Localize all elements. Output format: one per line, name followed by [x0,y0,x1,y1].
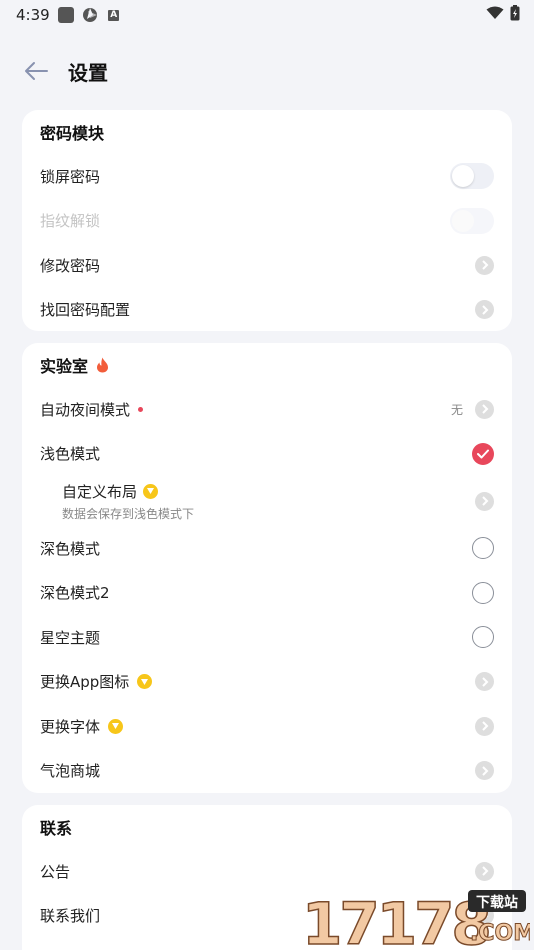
auto-night-mode-row[interactable]: 自动夜间模式 无 [22,387,512,432]
app-notification-icon [57,7,74,23]
contact-section-title: 联系 [40,819,73,838]
auto-night-value: 无 [450,402,463,417]
custom-layout-desc: 数据会保存到浅色模式下 [62,506,195,521]
chevron-right-icon [475,761,494,781]
vip-diamond-icon [137,674,153,690]
light-mode-radio-checked[interactable] [472,442,494,465]
dark-mode-radio[interactable] [472,537,494,560]
row-label: 星空主题 [40,628,101,647]
app-header: 设置 [0,30,534,112]
row-label: 联系我们 [40,907,101,926]
back-button[interactable] [22,57,50,85]
row-label: 修改密码 [40,256,101,275]
change-font-row[interactable]: 更换字体 [22,704,512,749]
back-arrow-icon [25,62,48,80]
change-app-icon-row[interactable]: 更换App图标 [22,660,512,705]
vip-diamond-icon [108,718,124,734]
dark-mode-2-radio[interactable] [472,581,494,604]
chevron-right-icon [475,399,494,419]
aperture-icon [82,7,98,23]
custom-layout-label: 自定义布局 [62,482,138,501]
chevron-right-icon [475,716,494,736]
password-section-title: 密码模块 [40,124,105,143]
fingerprint-unlock-row: 指纹解锁 [22,199,512,244]
row-label: 深色模式 [40,539,101,558]
announcement-row[interactable]: 公告 [22,849,512,894]
starry-theme-radio[interactable] [472,626,494,649]
chevron-right-icon [475,861,494,881]
chevron-right-icon [475,300,494,320]
row-label: 气泡商城 [40,762,101,781]
status-bar: 4:39 A [0,0,534,30]
row-label: 指纹解锁 [40,212,101,231]
custom-layout-row[interactable]: 自定义布局 数据会保存到浅色模式下 [22,476,512,526]
chevron-right-icon [475,906,494,926]
change-password-row[interactable]: 修改密码 [22,243,512,288]
row-label: 自动夜间模式 [40,400,131,419]
chevron-right-icon [475,255,494,275]
bubble-store-row[interactable]: 气泡商城 [22,749,512,794]
lock-screen-password-row[interactable]: 锁屏密码 [22,154,512,199]
light-mode-row[interactable]: 浅色模式 [22,432,512,477]
password-card: 密码模块 锁屏密码 指纹解锁 修改密码 找回密码配置 [22,110,512,331]
page-title: 设置 [68,60,108,85]
font-a-icon: A [106,7,122,23]
status-time: 4:39 [16,6,50,24]
dark-mode-2-row[interactable]: 深色模式2 [22,571,512,616]
starry-theme-row[interactable]: 星空主题 [22,615,512,660]
row-label: 找回密码配置 [40,301,131,320]
dark-mode-row[interactable]: 深色模式 [22,526,512,571]
row-label: 更换字体 [40,717,101,736]
fingerprint-unlock-toggle [450,207,494,234]
row-label: 锁屏密码 [40,167,101,186]
row-label: 公告 [40,862,71,881]
contact-card: 联系 公告 联系我们 [22,805,512,950]
battery-icon [510,5,520,25]
lab-title-text: 实验室 [40,357,89,376]
new-dot-badge [138,406,144,412]
checkmark-icon [477,449,489,459]
row-label: 浅色模式 [40,445,101,464]
lab-section-title: 实验室 [22,343,512,387]
chevron-right-icon [475,491,494,511]
vip-diamond-icon [143,483,159,499]
recover-password-row[interactable]: 找回密码配置 [22,288,512,333]
flame-icon [97,357,109,373]
chevron-right-icon [475,672,494,692]
row-label: 更换App图标 [40,673,130,692]
lock-screen-password-toggle[interactable] [450,163,494,190]
lab-card: 实验室 自动夜间模式 无 浅色模式 自定义布局 数据会保存到浅色模式下 深色模式… [22,343,512,793]
wifi-icon [486,6,504,24]
row-label: 深色模式2 [40,584,110,603]
contact-us-row[interactable]: 联系我们 [22,894,512,939]
